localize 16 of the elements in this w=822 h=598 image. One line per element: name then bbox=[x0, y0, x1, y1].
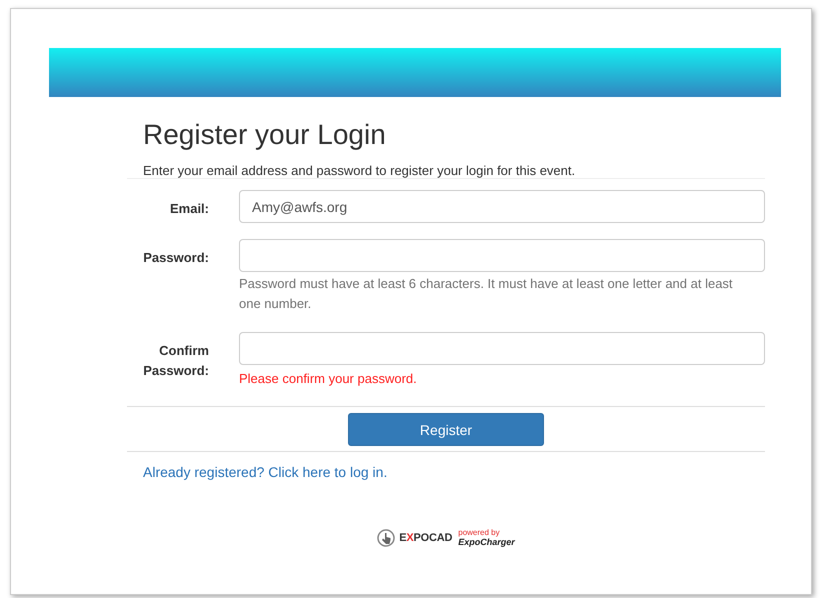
page-title: Register your Login bbox=[143, 119, 387, 151]
password-hint: Password must have at least 6 characters. It must have at least one letter and at least one number. bbox=[239, 275, 734, 313]
password-field[interactable] bbox=[239, 332, 765, 365]
partner-logo: ExpoCharger bbox=[458, 537, 515, 547]
email-field[interactable]: Amy@awfs.org bbox=[239, 190, 765, 223]
instructions-text: Enter your email address and password to register your login for this event. bbox=[143, 163, 576, 178]
field-label: Password: bbox=[142, 249, 209, 267]
powered-by-text: powered by bbox=[458, 528, 501, 537]
field-label: Confirm Password: bbox=[142, 342, 209, 380]
field-label: Email: bbox=[168, 200, 209, 218]
password-field[interactable] bbox=[239, 239, 765, 272]
hand-pointer-icon bbox=[377, 528, 396, 546]
register-button[interactable]: Register bbox=[348, 413, 544, 446]
expocad-logo: EXPOCAD bbox=[399, 532, 452, 544]
error-message: Please confirm your password. bbox=[239, 371, 418, 386]
login-link[interactable]: Already registered? Click here to log in. bbox=[143, 464, 388, 480]
